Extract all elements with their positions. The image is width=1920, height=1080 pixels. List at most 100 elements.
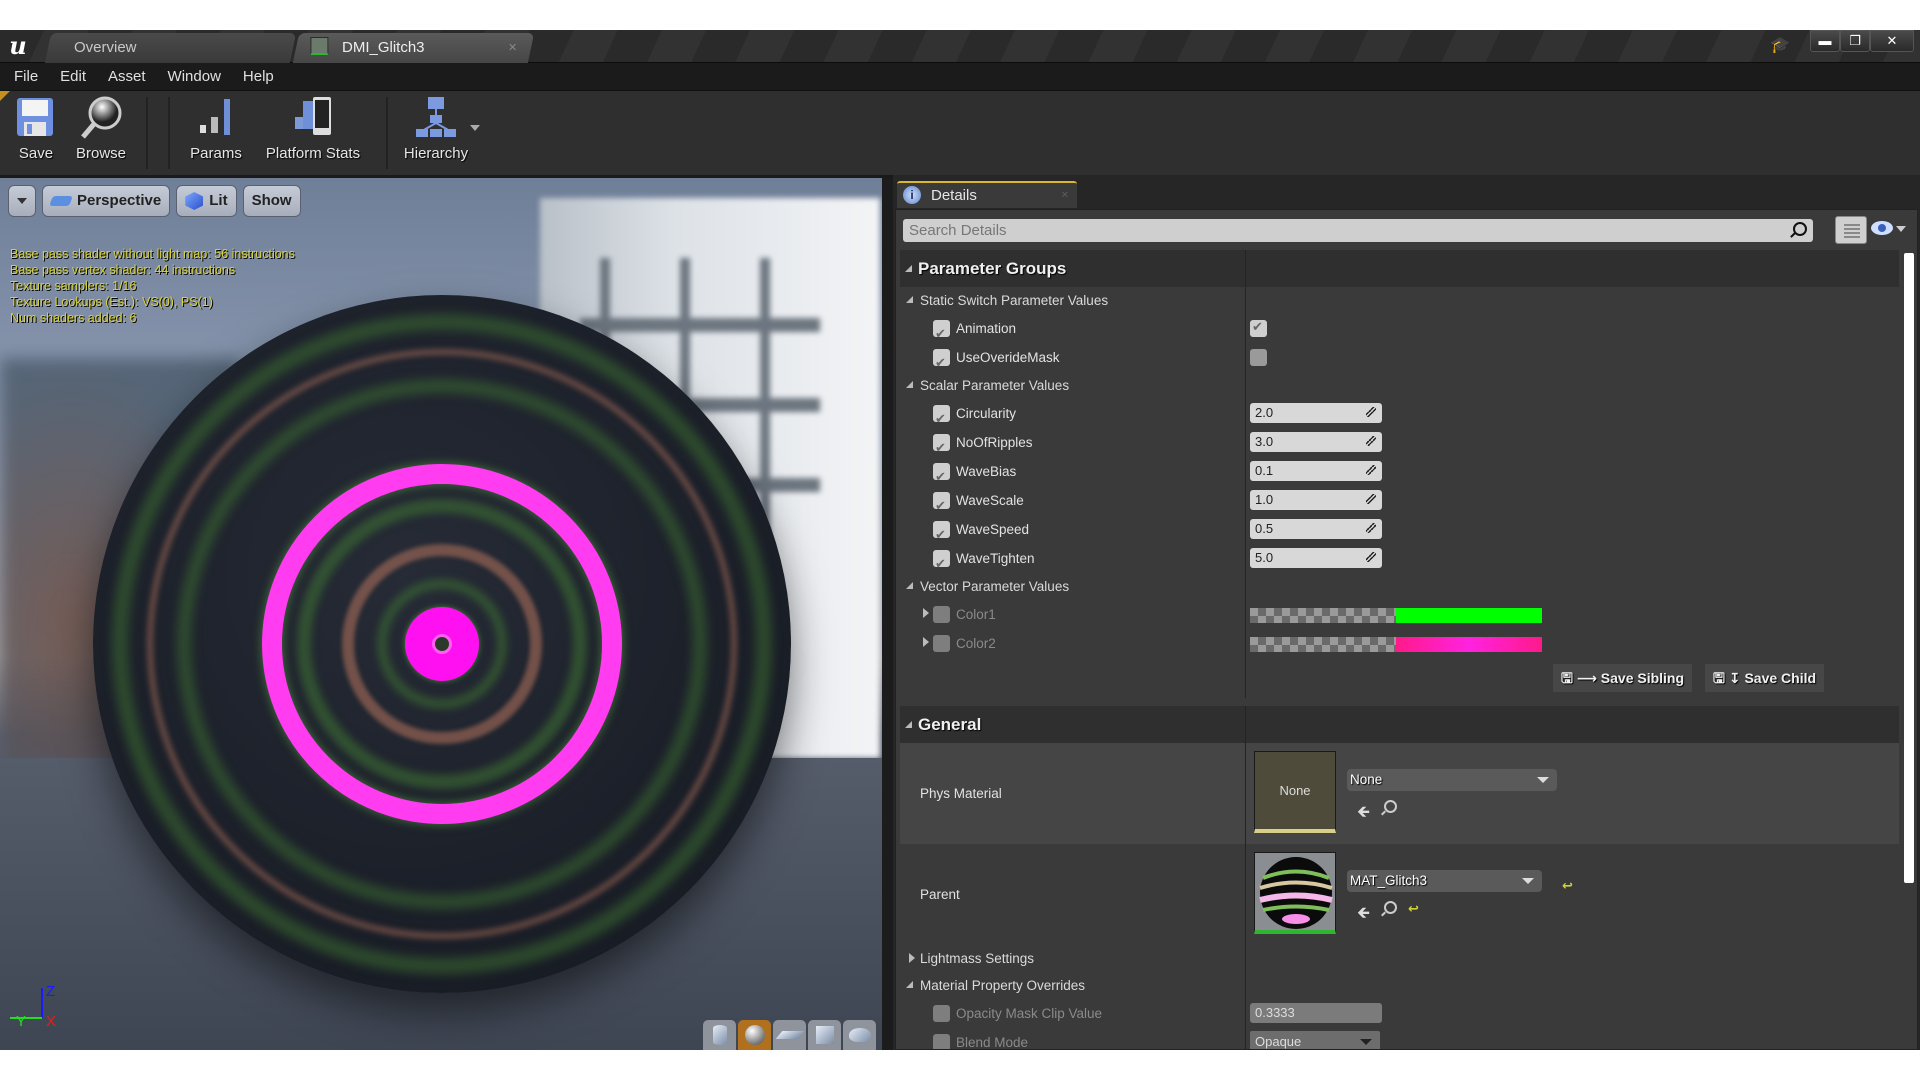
toolbar-separator (386, 97, 388, 169)
tutorial-cap-icon[interactable]: 🎓 (1770, 35, 1790, 54)
restore-button[interactable]: ❐ (1840, 30, 1870, 52)
override-checkbox[interactable] (933, 348, 950, 377)
save-sibling-button[interactable]: 🖫 ⟶ Save Sibling (1553, 664, 1693, 692)
unreal-logo-icon: u (9, 31, 27, 60)
parent-material-thumbnail[interactable] (1254, 852, 1336, 934)
panel-splitter[interactable] (882, 178, 893, 1050)
close-tab-icon[interactable]: ✕ (1061, 183, 1069, 208)
drag-spin-icon[interactable] (1366, 407, 1376, 417)
viewport-options-button[interactable] (8, 185, 36, 217)
details-tab[interactable]: i Details ✕ (897, 181, 1077, 208)
view-options-eye-icon[interactable] (1871, 221, 1893, 235)
drag-spin-icon[interactable] (1366, 523, 1376, 533)
param-row-circularity: Circularity 2.0 (900, 399, 1899, 433)
override-checkbox[interactable] (933, 433, 950, 462)
viewport-toolbar: Perspective Lit Show (8, 185, 301, 217)
details-body: Search Details Parameter Groups Static S… (895, 209, 1918, 1050)
expand-color1[interactable]: Color1 (900, 600, 1246, 629)
save-button[interactable]: Save (12, 95, 60, 171)
color1-picker[interactable] (1250, 608, 1542, 623)
preview-teapot-button[interactable] (843, 1020, 876, 1050)
drag-spin-icon[interactable] (1366, 552, 1376, 562)
use-selected-arrow-icon[interactable]: 🡸 (1357, 902, 1370, 929)
expand-color2[interactable]: Color2 (900, 629, 1246, 658)
parent-material-combo[interactable]: MAT_Glitch3 (1347, 870, 1542, 892)
preview-plane-button[interactable] (773, 1020, 806, 1050)
override-checkbox[interactable] (933, 606, 950, 623)
search-details-input[interactable]: Search Details (903, 219, 1813, 242)
phys-material-thumbnail[interactable]: None (1254, 751, 1336, 833)
color2-picker[interactable] (1250, 637, 1542, 652)
alpha-checker (1250, 637, 1396, 652)
show-button[interactable]: Show (242, 185, 301, 217)
noofripples-input[interactable]: 3.0 (1250, 432, 1382, 452)
category-general[interactable]: General (900, 706, 1899, 743)
parent-row: Parent MAT_Glitch3 ↩ 🡸 ↩ (900, 844, 1899, 945)
drag-spin-icon[interactable] (1366, 436, 1376, 446)
reset-to-default-icon[interactable]: ↩ (1562, 878, 1573, 894)
menu-window[interactable]: Window (160, 63, 229, 90)
close-tab-icon[interactable]: ✕ (508, 33, 517, 63)
wavetighten-input[interactable]: 5.0 (1250, 548, 1382, 568)
save-child-button[interactable]: 🖫 ↧ Save Child (1705, 664, 1825, 692)
override-checkbox[interactable] (933, 462, 950, 491)
group-scalar[interactable]: Scalar Parameter Values (900, 372, 1899, 399)
platform-stats-button[interactable]: Platform Stats (262, 95, 364, 171)
phys-material-combo[interactable]: None (1347, 769, 1557, 791)
preview-sphere-button[interactable] (738, 1020, 771, 1050)
tab-overview[interactable]: Overview (44, 33, 297, 63)
animation-value-checkbox[interactable] (1250, 319, 1267, 337)
override-checkbox[interactable] (933, 319, 950, 348)
stat-line: Texture samplers: 1/16 (10, 279, 137, 293)
group-static-switch[interactable]: Static Switch Parameter Values (900, 287, 1899, 314)
details-scrollbar[interactable] (1904, 253, 1914, 883)
tab-dmi-glitch3[interactable]: DMI_Glitch3 ✕ (292, 33, 535, 63)
override-checkbox[interactable] (933, 1034, 950, 1049)
lit-button[interactable]: Lit (176, 185, 237, 217)
group-lightmass-settings[interactable]: Lightmass Settings (900, 945, 1899, 972)
hierarchy-dropdown-icon[interactable] (470, 125, 480, 131)
drag-spin-icon[interactable] (1366, 494, 1376, 504)
params-button[interactable]: Params (186, 95, 246, 171)
menu-help[interactable]: Help (235, 63, 282, 90)
use-selected-arrow-icon[interactable]: 🡸 (1357, 801, 1370, 828)
stat-line: Base pass shader without light map: 56 i… (10, 247, 295, 261)
browse-magnifier-icon[interactable] (1384, 800, 1397, 813)
override-checkbox[interactable] (933, 520, 950, 549)
blend-mode-select[interactable]: Opaque (1250, 1031, 1380, 1049)
opacity-mask-clip-input[interactable]: 0.3333 (1250, 1003, 1382, 1023)
group-material-property-overrides[interactable]: Material Property Overrides (900, 972, 1899, 999)
useoveridemask-value-checkbox[interactable] (1250, 349, 1267, 366)
search-icon[interactable] (1793, 222, 1807, 236)
hierarchy-button[interactable]: Hierarchy (400, 95, 472, 171)
browse-button[interactable]: Browse (73, 95, 129, 171)
close-window-button[interactable]: ✕ (1870, 30, 1914, 52)
wavespeed-input[interactable]: 0.5 (1250, 519, 1382, 539)
browse-magnifier-icon (79, 95, 123, 141)
minimize-button[interactable]: ▬ (1810, 30, 1840, 52)
menu-asset[interactable]: Asset (100, 63, 154, 90)
menu-file[interactable]: File (6, 63, 46, 90)
category-parameter-groups[interactable]: Parameter Groups (900, 250, 1899, 287)
preview-cube-button[interactable] (808, 1020, 841, 1050)
override-checkbox[interactable] (933, 1005, 950, 1022)
preview-viewport[interactable]: Perspective Lit Show Base pass shader wi… (0, 178, 882, 1050)
menu-edit[interactable]: Edit (52, 63, 94, 90)
override-checkbox[interactable] (933, 549, 950, 578)
property-matrix-button[interactable] (1835, 216, 1867, 244)
override-checkbox[interactable] (933, 491, 950, 520)
perspective-button[interactable]: Perspective (42, 185, 171, 217)
preview-cylinder-button[interactable] (703, 1020, 736, 1050)
override-checkbox[interactable] (933, 404, 950, 433)
override-checkbox[interactable] (933, 635, 950, 652)
chevron-down-icon[interactable] (1896, 226, 1906, 232)
wavescale-input[interactable]: 1.0 (1250, 490, 1382, 510)
drag-spin-icon[interactable] (1366, 465, 1376, 475)
wavebias-input[interactable]: 0.1 (1250, 461, 1382, 481)
group-vector[interactable]: Vector Parameter Values (900, 573, 1899, 600)
reset-to-default-icon[interactable]: ↩ (1408, 901, 1419, 917)
material-preview-sphere (93, 295, 791, 993)
browse-magnifier-icon[interactable] (1384, 901, 1397, 914)
save-buttons-row: 🖫 ⟶ Save Sibling 🖫 ↧ Save Child (900, 658, 1899, 698)
circularity-input[interactable]: 2.0 (1250, 403, 1382, 423)
